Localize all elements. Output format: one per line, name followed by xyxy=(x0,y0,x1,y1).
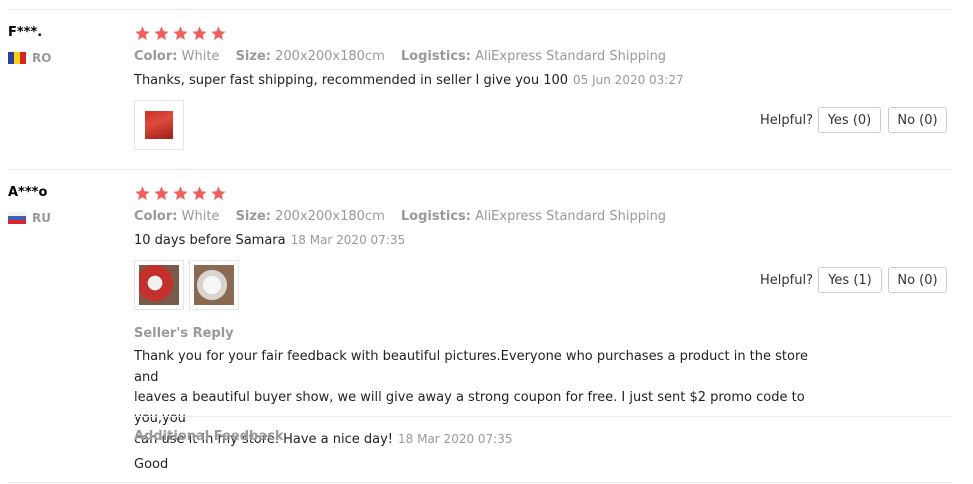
review-date: 18 Mar 2020 07:35 xyxy=(290,233,406,247)
seller-reply-line: leaves a beautiful buyer show, we will g… xyxy=(134,390,805,426)
photo-image xyxy=(139,265,179,305)
star-rating xyxy=(134,185,227,202)
star-rating xyxy=(134,25,227,42)
star-icon xyxy=(173,186,188,201)
seller-reply-date: 18 Mar 2020 07:35 xyxy=(398,432,513,446)
logistics-value: AliExpress Standard Shipping xyxy=(475,209,667,224)
review-body: 10 days before Samara xyxy=(134,233,286,248)
romania-flag-icon xyxy=(8,52,26,64)
divider-bottom xyxy=(8,482,951,483)
size-value: 200x200x180cm xyxy=(275,209,385,224)
star-icon xyxy=(192,186,207,201)
reviewer-name: A***o xyxy=(8,185,48,200)
review-text: Thanks, super fast shipping, recommended… xyxy=(134,73,684,88)
divider xyxy=(134,416,951,417)
photo-image xyxy=(194,265,234,305)
review-body: Thanks, super fast shipping, recommended… xyxy=(134,73,569,88)
logistics-label: Logistics: xyxy=(400,49,471,64)
review-photo-thumbnail[interactable] xyxy=(134,100,184,150)
photo-image xyxy=(145,111,173,139)
color-value: White xyxy=(181,49,220,64)
divider xyxy=(8,169,951,170)
helpful-no-button[interactable]: No (0) xyxy=(888,267,947,293)
star-icon xyxy=(135,186,150,201)
review-date: 05 Jun 2020 03:27 xyxy=(573,73,684,87)
size-value: 200x200x180cm xyxy=(275,49,385,64)
helpful-yes-button[interactable]: Yes (1) xyxy=(818,267,882,293)
helpful-label: Helpful? xyxy=(760,113,813,128)
star-icon xyxy=(135,26,150,41)
reviewer-country: RO xyxy=(8,51,51,65)
helpful-label: Helpful? xyxy=(760,273,813,288)
country-code: RU xyxy=(32,211,51,225)
star-icon xyxy=(154,26,169,41)
logistics-value: AliExpress Standard Shipping xyxy=(475,49,667,64)
star-icon xyxy=(211,26,226,41)
additional-feedback-title: Additional Feedback xyxy=(134,429,284,444)
review-photo-thumbnail[interactable] xyxy=(134,260,184,310)
reviewer-country: RU xyxy=(8,211,51,225)
russia-flag-icon xyxy=(8,212,26,224)
review-photo-thumbnail[interactable] xyxy=(189,260,239,310)
order-attributes: Color: White Size: 200x200x180cm Logisti… xyxy=(134,209,666,224)
seller-reply-line: Thank you for your fair feedback with be… xyxy=(134,349,809,385)
star-icon xyxy=(211,186,226,201)
color-value: White xyxy=(181,209,220,224)
country-code: RO xyxy=(32,51,52,65)
helpful-yes-button[interactable]: Yes (0) xyxy=(818,107,881,133)
star-icon xyxy=(173,26,188,41)
logistics-label: Logistics: xyxy=(400,209,471,224)
color-label: Color: xyxy=(134,49,178,64)
order-attributes: Color: White Size: 200x200x180cm Logisti… xyxy=(134,49,666,64)
review-text: 10 days before Samara 18 Mar 2020 07:35 xyxy=(134,233,405,248)
seller-reply-title: Seller's Reply xyxy=(134,326,234,341)
helpful-no-button[interactable]: No (0) xyxy=(888,107,947,133)
star-icon xyxy=(192,26,207,41)
additional-feedback-text: Good xyxy=(134,457,169,472)
star-icon xyxy=(154,186,169,201)
divider-top xyxy=(8,9,951,10)
color-label: Color: xyxy=(134,209,178,224)
size-label: Size: xyxy=(235,209,271,224)
reviewer-name: F***. xyxy=(8,25,43,40)
size-label: Size: xyxy=(235,49,271,64)
